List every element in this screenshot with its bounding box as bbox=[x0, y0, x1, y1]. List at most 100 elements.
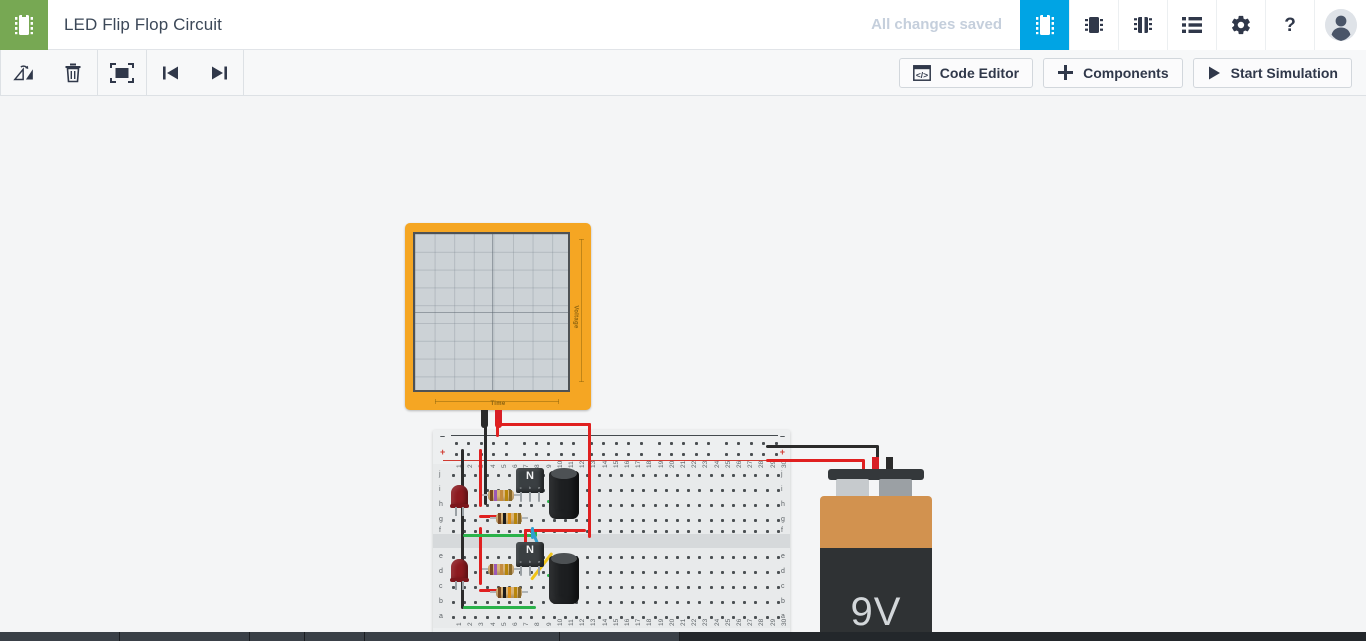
wire-red-to-battery[interactable] bbox=[766, 459, 864, 462]
breadboard-hole[interactable] bbox=[597, 601, 601, 604]
breadboard-hole[interactable] bbox=[642, 530, 646, 533]
breadboard-hole[interactable] bbox=[474, 586, 478, 589]
wire-black-left-upper[interactable] bbox=[461, 449, 464, 485]
breadboard-rail-hole[interactable] bbox=[455, 442, 458, 445]
breadboard-hole[interactable] bbox=[743, 571, 747, 574]
breadboard-hole[interactable] bbox=[709, 586, 713, 589]
breadboard-hole[interactable] bbox=[754, 556, 758, 559]
breadboard-hole[interactable] bbox=[463, 616, 467, 619]
breadboard-hole[interactable] bbox=[653, 616, 657, 619]
breadboard-hole[interactable] bbox=[765, 504, 769, 507]
breadboard-hole[interactable] bbox=[709, 556, 713, 559]
breadboard-hole[interactable] bbox=[620, 616, 623, 619]
breadboard-hole[interactable] bbox=[709, 474, 713, 477]
breadboard-hole[interactable] bbox=[653, 556, 657, 559]
breadboard-hole[interactable] bbox=[620, 519, 623, 522]
os-taskbar[interactable] bbox=[0, 632, 1366, 641]
breadboard-hole[interactable] bbox=[597, 504, 601, 507]
breadboard-hole[interactable] bbox=[608, 519, 612, 522]
breadboard-hole[interactable] bbox=[687, 504, 691, 507]
breadboard-hole[interactable] bbox=[743, 616, 747, 619]
breadboard-rail-hole[interactable] bbox=[614, 453, 618, 456]
app-logo[interactable] bbox=[0, 0, 48, 50]
breadboard-hole[interactable] bbox=[776, 530, 780, 533]
breadboard-hole[interactable] bbox=[653, 504, 657, 507]
breadboard-hole[interactable] bbox=[664, 556, 668, 559]
breadboard-hole[interactable] bbox=[720, 616, 724, 619]
breadboard-rail-hole[interactable] bbox=[455, 453, 458, 456]
taskbar-item[interactable] bbox=[560, 632, 680, 641]
breadboard-hole[interactable] bbox=[664, 489, 668, 492]
breadboard-rail-hole[interactable] bbox=[725, 453, 728, 456]
breadboard-hole[interactable] bbox=[597, 530, 601, 533]
breadboard-hole[interactable] bbox=[508, 530, 511, 533]
breadboard-hole[interactable] bbox=[720, 601, 724, 604]
breadboard-hole[interactable] bbox=[698, 474, 702, 477]
breadboard-hole[interactable] bbox=[676, 556, 679, 559]
taskbar-item[interactable] bbox=[120, 632, 250, 641]
breadboard-hole[interactable] bbox=[631, 504, 635, 507]
breadboard-hole[interactable] bbox=[485, 556, 489, 559]
breadboard-hole[interactable] bbox=[620, 601, 623, 604]
breadboard-hole[interactable] bbox=[508, 616, 511, 619]
breadboard-hole[interactable] bbox=[530, 616, 534, 619]
breadboard-hole[interactable] bbox=[698, 601, 702, 604]
breadboard-rail-hole[interactable] bbox=[522, 453, 526, 456]
breadboard-rail-hole[interactable] bbox=[707, 442, 711, 445]
breadboard-hole[interactable] bbox=[620, 504, 623, 507]
breadboard-hole[interactable] bbox=[631, 586, 635, 589]
breadboard-hole[interactable] bbox=[552, 519, 556, 522]
breadboard-hole[interactable] bbox=[496, 504, 500, 507]
breadboard-hole[interactable] bbox=[508, 504, 511, 507]
breadboard-hole[interactable] bbox=[608, 586, 612, 589]
breadboard-hole[interactable] bbox=[776, 571, 780, 574]
breadboard-hole[interactable] bbox=[642, 556, 646, 559]
breadboard-hole[interactable] bbox=[698, 556, 702, 559]
breadboard-hole[interactable] bbox=[631, 556, 635, 559]
breadboard-hole[interactable] bbox=[765, 556, 769, 559]
breadboard-hole[interactable] bbox=[541, 504, 545, 507]
breadboard-hole[interactable] bbox=[676, 571, 679, 574]
breadboard-hole[interactable] bbox=[642, 571, 646, 574]
breadboard-hole[interactable] bbox=[776, 519, 780, 522]
breadboard-hole[interactable] bbox=[496, 530, 500, 533]
breadboard-hole[interactable] bbox=[743, 489, 747, 492]
breadboard-hole[interactable] bbox=[732, 586, 735, 589]
breadboard-hole[interactable] bbox=[754, 586, 758, 589]
breadboard-hole[interactable] bbox=[664, 571, 668, 574]
breadboard-rail-hole[interactable] bbox=[627, 442, 631, 445]
breadboard-hole[interactable] bbox=[642, 616, 646, 619]
breadboard-hole[interactable] bbox=[720, 504, 724, 507]
breadboard-hole[interactable] bbox=[776, 601, 780, 604]
breadboard-hole[interactable] bbox=[743, 530, 747, 533]
breadboard-hole[interactable] bbox=[620, 571, 623, 574]
breadboard-rail-hole[interactable] bbox=[492, 453, 496, 456]
breadboard-hole[interactable] bbox=[541, 616, 545, 619]
taskbar-item[interactable] bbox=[365, 632, 560, 641]
breadboard-hole[interactable] bbox=[586, 616, 590, 619]
breadboard-rail-hole[interactable] bbox=[572, 453, 576, 456]
breadboard-hole[interactable] bbox=[754, 616, 758, 619]
breadboard-hole[interactable] bbox=[485, 601, 489, 604]
breadboard-hole[interactable] bbox=[653, 586, 657, 589]
breadboard-hole[interactable] bbox=[664, 601, 668, 604]
oscilloscope-graph[interactable]: Voltage Time bbox=[405, 223, 591, 410]
breadboard-hole[interactable] bbox=[653, 530, 657, 533]
code-editor-button[interactable]: </> Code Editor bbox=[898, 57, 1034, 88]
breadboard-hole[interactable] bbox=[597, 489, 601, 492]
breadboard-hole[interactable] bbox=[631, 519, 635, 522]
breadboard-hole[interactable] bbox=[608, 489, 612, 492]
components-list-button[interactable] bbox=[1167, 0, 1216, 50]
breadboard-hole[interactable] bbox=[642, 519, 646, 522]
breadboard-hole[interactable] bbox=[642, 586, 646, 589]
breadboard-hole[interactable] bbox=[698, 489, 702, 492]
breadboard-hole[interactable] bbox=[754, 489, 758, 492]
breadboard-hole[interactable] bbox=[698, 571, 702, 574]
breadboard-hole[interactable] bbox=[608, 616, 612, 619]
breadboard-hole[interactable] bbox=[575, 616, 579, 619]
breadboard-hole[interactable] bbox=[687, 530, 691, 533]
breadboard-hole[interactable] bbox=[586, 586, 590, 589]
breadboard-hole[interactable] bbox=[765, 489, 769, 492]
breadboard-hole[interactable] bbox=[776, 586, 780, 589]
breadboard-rail-hole[interactable] bbox=[522, 442, 526, 445]
